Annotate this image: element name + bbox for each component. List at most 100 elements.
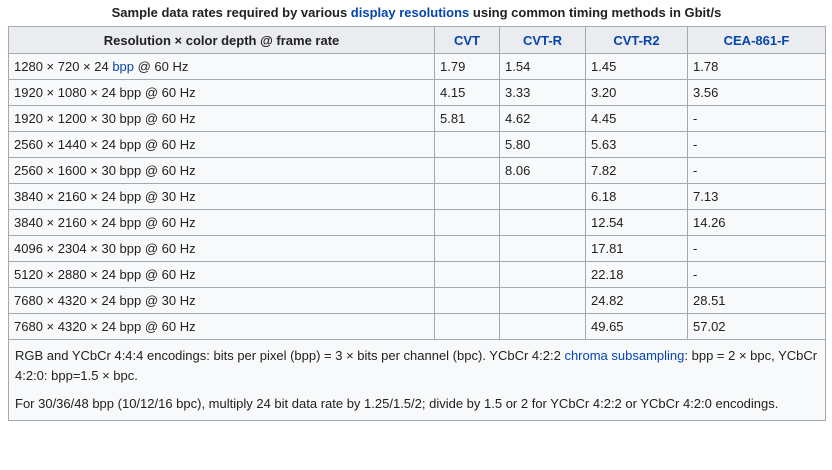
- cell-cvt: [434, 183, 500, 210]
- resolution-text: 4096 × 2304 × 30 bpp @ 60 Hz: [14, 241, 196, 256]
- cell-cvt: [434, 287, 500, 314]
- cell-resolution: 7680 × 4320 × 24 bpp @ 30 Hz: [8, 287, 435, 314]
- note-encoding: RGB and YCbCr 4:4:4 encodings: bits per …: [15, 346, 820, 386]
- header-row: Resolution × color depth @ frame rate CV…: [8, 26, 826, 54]
- cell-cea-861-f: 14.26: [687, 209, 826, 236]
- cvt-r-link[interactable]: CVT-R: [523, 33, 562, 48]
- cell-resolution: 3840 × 2160 × 24 bpp @ 30 Hz: [8, 183, 435, 210]
- table-row: 4096 × 2304 × 30 bpp @ 60 Hz 17.81-: [8, 235, 826, 262]
- cell-cvt-r: 8.06: [499, 157, 586, 184]
- cell-resolution: 1280 × 720 × 24 bpp @ 60 Hz: [8, 53, 435, 80]
- page: Sample data rates required by various di…: [0, 0, 832, 421]
- bpp-link[interactable]: bpp: [112, 59, 134, 74]
- cell-cea-861-f: -: [687, 261, 826, 288]
- cell-cvt: [434, 261, 500, 288]
- cell-resolution: 1920 × 1200 × 30 bpp @ 60 Hz: [8, 105, 435, 132]
- cell-cea-861-f: -: [687, 157, 826, 184]
- cell-resolution: 3840 × 2160 × 24 bpp @ 60 Hz: [8, 209, 435, 236]
- cvt-r2-link[interactable]: CVT-R2: [613, 33, 659, 48]
- note-bit-depth: For 30/36/48 bpp (10/12/16 bpc), multipl…: [15, 396, 779, 411]
- header-cea: CEA-861-F: [687, 26, 826, 54]
- note1-text-before: RGB and YCbCr 4:4:4 encodings: bits per …: [15, 348, 565, 363]
- resolution-text: 7680 × 4320 × 24 bpp @ 60 Hz: [14, 319, 196, 334]
- cell-resolution: 1920 × 1080 × 24 bpp @ 60 Hz: [8, 79, 435, 106]
- resolution-text-after: @ 60 Hz: [134, 59, 189, 74]
- resolution-text: 3840 × 2160 × 24 bpp @ 30 Hz: [14, 189, 196, 204]
- cell-cvt-r: [499, 287, 586, 314]
- resolution-text: 1920 × 1200 × 30 bpp @ 60 Hz: [14, 111, 196, 126]
- resolution-text: 1280 × 720 × 24: [14, 59, 113, 74]
- table-row: 1920 × 1080 × 24 bpp @ 60 Hz 4.15 3.33 3.20…: [8, 79, 826, 106]
- notes-row: RGB and YCbCr 4:4:4 encodings: bits per …: [8, 339, 826, 421]
- cell-cvt-r: 1.54: [499, 53, 586, 80]
- table-row: 1920 × 1200 × 30 bpp @ 60 Hz 5.81 4.62 4.45…: [8, 105, 826, 132]
- cell-cea-861-f: 57.02: [687, 313, 826, 340]
- table-row: 2560 × 1440 × 24 bpp @ 60 Hz 5.80 5.63-: [8, 131, 826, 158]
- header-resolution: Resolution × color depth @ frame rate: [8, 26, 435, 54]
- cell-cea-861-f: -: [687, 131, 826, 158]
- table-row: 1280 × 720 × 24 bpp @ 60 Hz 1.79 1.54 1.45 1…: [8, 53, 826, 80]
- header-cvt-r: CVT-R: [499, 26, 586, 54]
- cell-cvt-r2: 49.65: [585, 313, 688, 340]
- cell-cvt: 4.15: [434, 79, 500, 106]
- resolution-text: 1920 × 1080 × 24 bpp @ 60 Hz: [14, 85, 196, 100]
- cell-cvt: 5.81: [434, 105, 500, 132]
- cell-cvt: 1.79: [434, 53, 500, 80]
- cell-cea-861-f: -: [687, 105, 826, 132]
- cell-cvt: [434, 235, 500, 262]
- display-resolutions-link[interactable]: display resolutions: [351, 5, 469, 20]
- cell-cvt-r2: 5.63: [585, 131, 688, 158]
- cell-cvt-r: 5.80: [499, 131, 586, 158]
- cell-cvt: [434, 209, 500, 236]
- resolution-text: 2560 × 1440 × 24 bpp @ 60 Hz: [14, 137, 196, 152]
- cell-cvt-r2: 3.20: [585, 79, 688, 106]
- resolution-text: 2560 × 1600 × 30 bpp @ 60 Hz: [14, 163, 196, 178]
- table-row: 7680 × 4320 × 24 bpp @ 60 Hz 49.65 57.02: [8, 313, 826, 340]
- table-body: 1280 × 720 × 24 bpp @ 60 Hz 1.79 1.54 1.45 1…: [8, 53, 826, 340]
- table-row: 2560 × 1600 × 30 bpp @ 60 Hz 8.06 7.82-: [8, 157, 826, 184]
- table-row: 5120 × 2880 × 24 bpp @ 60 Hz 22.18-: [8, 261, 826, 288]
- cell-resolution: 2560 × 1600 × 30 bpp @ 60 Hz: [8, 157, 435, 184]
- caption-text-after: using common timing methods in Gbit/s: [469, 5, 722, 20]
- cea-861-f-link[interactable]: CEA-861-F: [724, 33, 790, 48]
- resolution-text: 7680 × 4320 × 24 bpp @ 30 Hz: [14, 293, 196, 308]
- resolution-text: 5120 × 2880 × 24 bpp @ 60 Hz: [14, 267, 196, 282]
- cvt-link[interactable]: CVT: [454, 33, 480, 48]
- cell-cvt-r: [499, 183, 586, 210]
- cell-cvt-r: 4.62: [499, 105, 586, 132]
- resolution-text: 3840 × 2160 × 24 bpp @ 60 Hz: [14, 215, 196, 230]
- cell-cea-861-f: 3.56: [687, 79, 826, 106]
- data-rates-table: Resolution × color depth @ frame rate CV…: [8, 26, 826, 421]
- table-row: 3840 × 2160 × 24 bpp @ 60 Hz 12.54 14.26: [8, 209, 826, 236]
- cell-cea-861-f: -: [687, 235, 826, 262]
- cell-cea-861-f: 28.51: [687, 287, 826, 314]
- cell-cvt-r2: 7.82: [585, 157, 688, 184]
- header-cvt-r2: CVT-R2: [585, 26, 688, 54]
- table-row: 3840 × 2160 × 24 bpp @ 30 Hz 6.18 7.13: [8, 183, 826, 210]
- cell-cvt-r2: 4.45: [585, 105, 688, 132]
- cell-resolution: 2560 × 1440 × 24 bpp @ 60 Hz: [8, 131, 435, 158]
- cell-resolution: 7680 × 4320 × 24 bpp @ 60 Hz: [8, 313, 435, 340]
- cell-cea-861-f: 7.13: [687, 183, 826, 210]
- cell-cvt-r: 3.33: [499, 79, 586, 106]
- cell-resolution: 5120 × 2880 × 24 bpp @ 60 Hz: [8, 261, 435, 288]
- cell-cvt-r: [499, 313, 586, 340]
- header-cvt: CVT: [434, 26, 500, 54]
- cell-cea-861-f: 1.78: [687, 53, 826, 80]
- cell-cvt-r2: 17.81: [585, 235, 688, 262]
- cell-cvt-r2: 22.18: [585, 261, 688, 288]
- cell-cvt-r2: 6.18: [585, 183, 688, 210]
- cell-cvt-r: [499, 261, 586, 288]
- chroma-subsampling-link[interactable]: chroma subsampling: [564, 348, 684, 363]
- cell-cvt: [434, 313, 500, 340]
- table-caption: Sample data rates required by various di…: [8, 0, 825, 26]
- cell-cvt: [434, 131, 500, 158]
- table-row: 7680 × 4320 × 24 bpp @ 30 Hz 24.82 28.51: [8, 287, 826, 314]
- cell-cvt: [434, 157, 500, 184]
- cell-cvt-r2: 24.82: [585, 287, 688, 314]
- cell-resolution: 4096 × 2304 × 30 bpp @ 60 Hz: [8, 235, 435, 262]
- caption-text-before: Sample data rates required by various: [111, 5, 351, 20]
- notes-cell: RGB and YCbCr 4:4:4 encodings: bits per …: [8, 339, 826, 421]
- cell-cvt-r2: 1.45: [585, 53, 688, 80]
- cell-cvt-r: [499, 235, 586, 262]
